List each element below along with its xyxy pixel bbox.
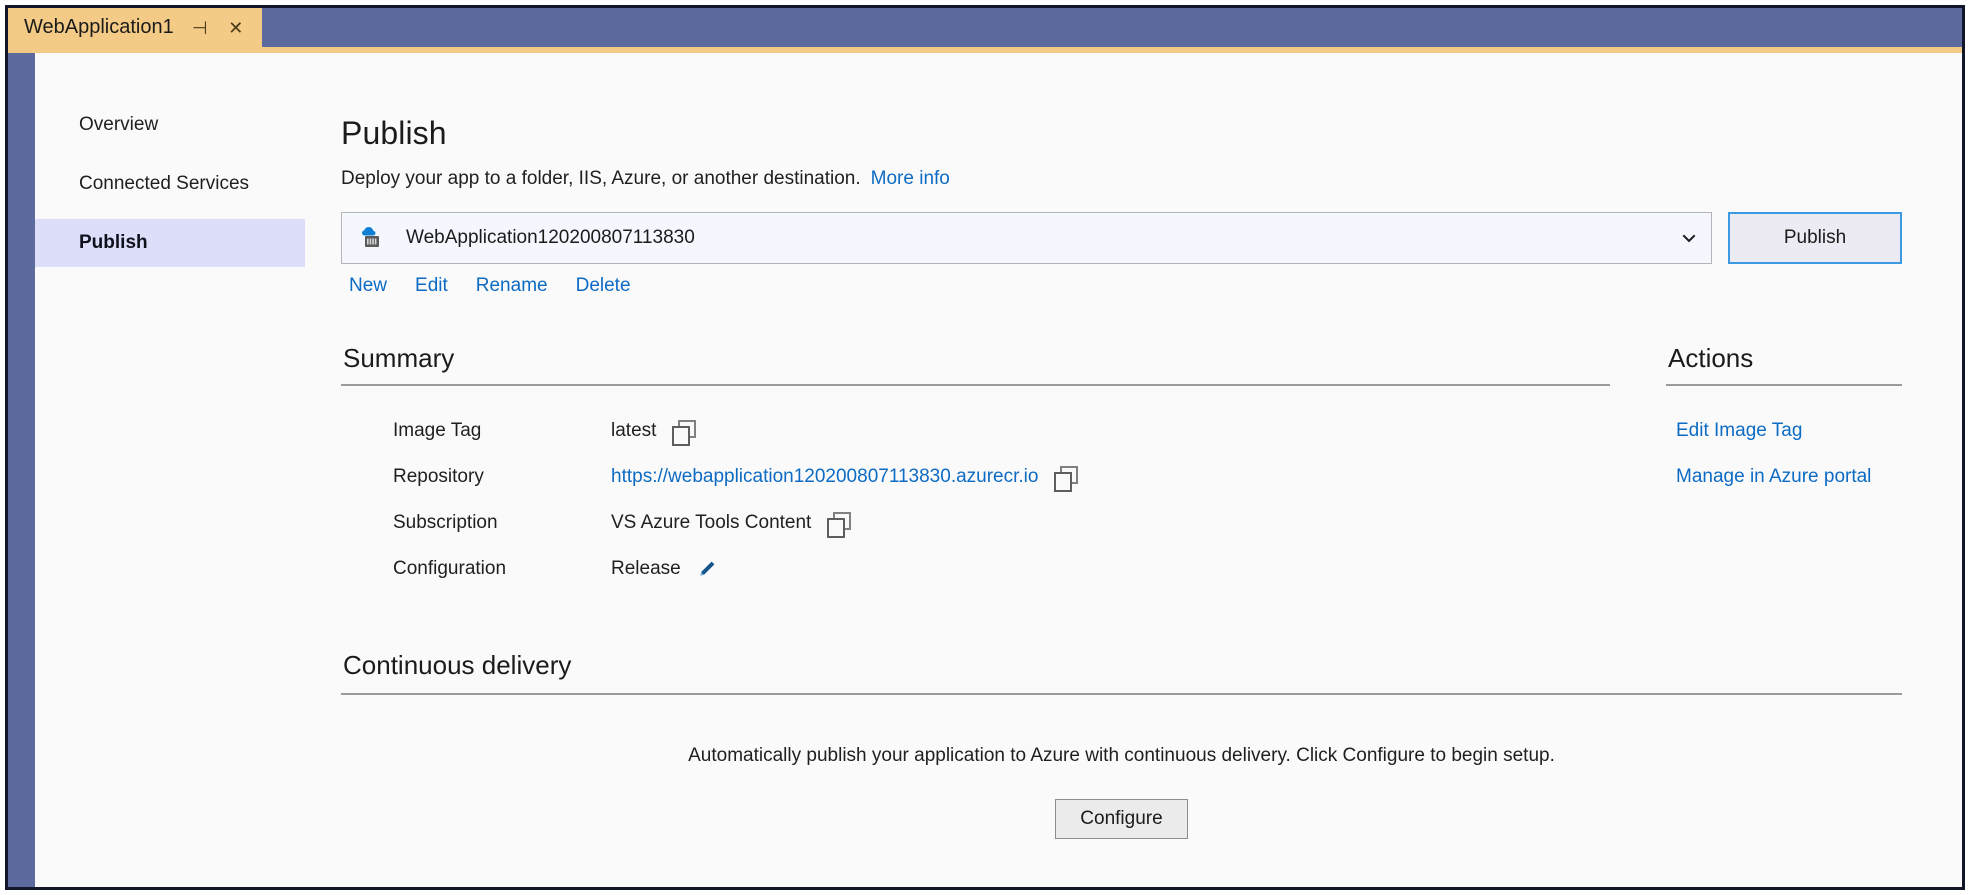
summary-actions-row: Summary Image Tag latest Repository http…	[341, 343, 1902, 604]
continuous-delivery-divider	[341, 693, 1902, 695]
azure-container-registry-icon	[358, 225, 388, 251]
content-pane: Overview Connected Services Publish Publ…	[35, 53, 1962, 887]
close-icon[interactable]: ✕	[226, 18, 246, 38]
tab-webapplication1[interactable]: WebApplication1 ⊣ ✕	[8, 8, 262, 47]
application-window: WebApplication1 ⊣ ✕ Overview Connected S…	[5, 5, 1965, 890]
pin-icon[interactable]: ⊣	[190, 18, 210, 38]
publish-profile-dropdown[interactable]: WebApplication120200807113830	[341, 212, 1712, 264]
page-title: Publish	[341, 115, 447, 151]
window-frame: WebApplication1 ⊣ ✕ Overview Connected S…	[8, 8, 1962, 887]
publish-button[interactable]: Publish	[1728, 212, 1902, 264]
summary-divider	[341, 384, 1610, 386]
summary-value-image-tag: latest	[611, 420, 657, 441]
summary-heading: Summary	[343, 343, 455, 373]
actions-section: Actions Edit Image Tag Manage in Azure p…	[1666, 343, 1902, 604]
delete-profile-link[interactable]: Delete	[576, 275, 631, 297]
summary-value-repository[interactable]: https://webapplication120200807113830.az…	[611, 466, 1038, 488]
table-row: Subscription VS Azure Tools Content	[341, 512, 1610, 558]
continuous-delivery-button-wrap: Configure	[341, 799, 1902, 839]
manage-in-azure-portal-link[interactable]: Manage in Azure portal	[1676, 466, 1902, 488]
summary-value-image-tag-cell: latest	[611, 420, 1610, 466]
summary-label-configuration: Configuration	[393, 558, 507, 579]
continuous-delivery-description: Automatically publish your application t…	[688, 745, 1555, 766]
sidebar-item-label: Publish	[79, 232, 148, 253]
profile-action-links: New Edit Rename Delete	[341, 275, 1902, 297]
summary-table: Image Tag latest Repository https://weba…	[341, 420, 1610, 604]
summary-value-subscription-cell: VS Azure Tools Content	[611, 512, 1610, 558]
summary-value-configuration-cell: Release	[611, 558, 1610, 604]
sidebar-item-connected-services[interactable]: Connected Services	[35, 160, 305, 208]
chevron-down-icon[interactable]	[1681, 230, 1697, 246]
tab-label: WebApplication1	[24, 16, 174, 38]
more-info-link[interactable]: More info	[871, 168, 950, 189]
actions-heading: Actions	[1668, 343, 1754, 373]
pencil-icon[interactable]	[697, 559, 717, 579]
sidebar-item-label: Connected Services	[79, 173, 250, 194]
tab-strip: WebApplication1 ⊣ ✕	[8, 8, 1962, 47]
summary-label-subscription: Subscription	[393, 512, 498, 533]
sidebar-item-overview[interactable]: Overview	[35, 101, 305, 149]
sidebar-item-label: Overview	[79, 114, 159, 135]
summary-section: Summary Image Tag latest Repository http…	[341, 343, 1610, 604]
table-row: Image Tag latest	[341, 420, 1610, 466]
summary-label-image-tag: Image Tag	[393, 420, 482, 441]
table-row: Repository https://webapplication1202008…	[341, 466, 1610, 512]
copy-icon[interactable]	[672, 420, 697, 446]
page-subtitle-text: Deploy your app to a folder, IIS, Azure,…	[341, 168, 861, 189]
summary-value-configuration: Release	[611, 558, 681, 579]
continuous-delivery-section: Continuous delivery Automatically publis…	[341, 650, 1902, 839]
edit-profile-link[interactable]: Edit	[415, 275, 448, 297]
configure-button[interactable]: Configure	[1055, 799, 1188, 839]
copy-icon[interactable]	[1054, 466, 1079, 492]
copy-icon[interactable]	[827, 512, 852, 538]
summary-label-repository: Repository	[393, 466, 484, 487]
publish-profile-name: WebApplication120200807113830	[406, 227, 695, 248]
profile-row: WebApplication120200807113830 Publish	[341, 212, 1902, 264]
sidebar-item-publish[interactable]: Publish	[35, 219, 305, 267]
continuous-delivery-heading: Continuous delivery	[343, 650, 572, 680]
edit-image-tag-link[interactable]: Edit Image Tag	[1676, 420, 1902, 442]
page-subtitle: Deploy your app to a folder, IIS, Azure,…	[341, 168, 1902, 190]
rename-profile-link[interactable]: Rename	[476, 275, 548, 297]
summary-value-repository-cell: https://webapplication120200807113830.az…	[611, 466, 1610, 512]
table-row: Configuration Release	[341, 558, 1610, 604]
main-panel: Publish Deploy your app to a folder, IIS…	[305, 53, 1962, 887]
sidebar: Overview Connected Services Publish	[35, 53, 305, 887]
actions-divider	[1666, 384, 1902, 386]
actions-list: Edit Image Tag Manage in Azure portal	[1666, 420, 1902, 488]
summary-value-subscription: VS Azure Tools Content	[611, 512, 812, 533]
new-profile-link[interactable]: New	[349, 275, 387, 297]
